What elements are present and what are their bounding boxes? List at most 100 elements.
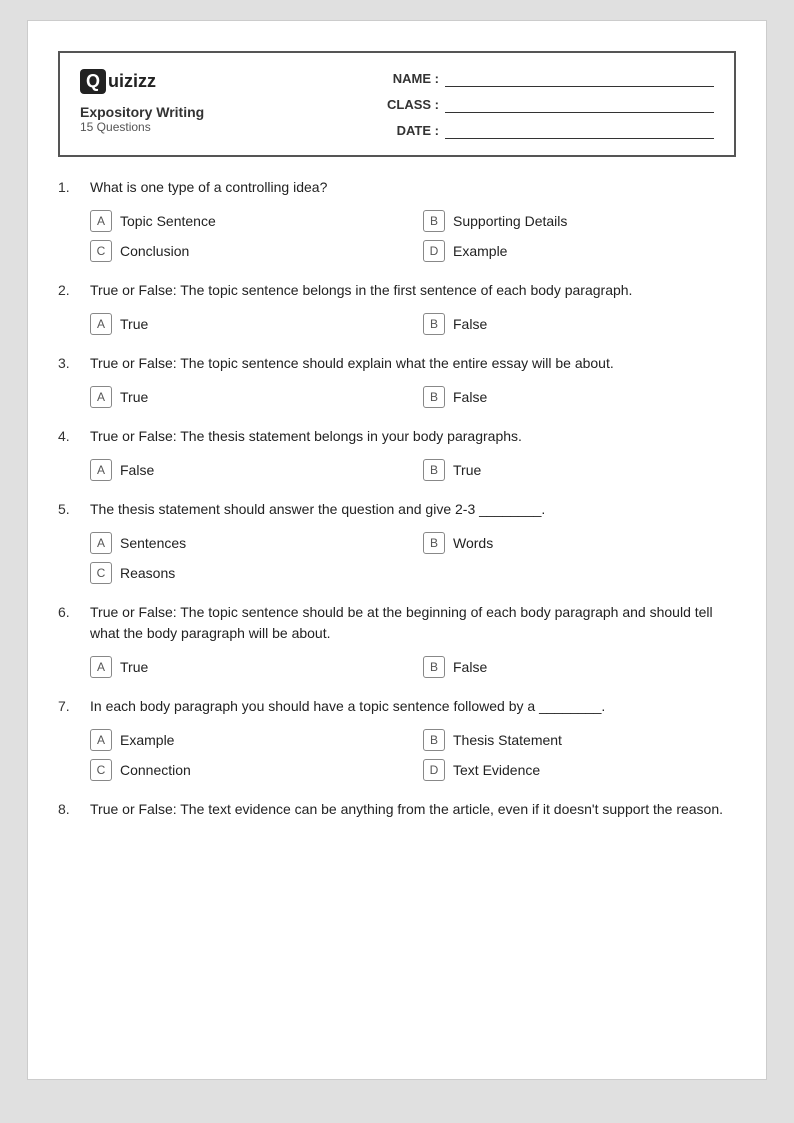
answer-letter-7-2: B (423, 729, 445, 751)
answer-item-3-1: A True (90, 386, 403, 408)
question-text-4: 4.True or False: The thesis statement be… (58, 426, 736, 447)
question-body-5: The thesis statement should answer the q… (90, 499, 736, 520)
answer-item-1-2: B Supporting Details (423, 210, 736, 232)
answer-letter-3-1: A (90, 386, 112, 408)
class-line (445, 95, 714, 113)
answer-text-4-2: True (453, 462, 481, 478)
name-label: NAME : (384, 71, 439, 86)
answer-item-4-1: A False (90, 459, 403, 481)
answer-letter-2-1: A (90, 313, 112, 335)
question-body-6: True or False: The topic sentence should… (90, 602, 736, 644)
question-3: 3.True or False: The topic sentence shou… (58, 353, 736, 408)
answer-letter-5-1: A (90, 532, 112, 554)
question-num-6: 6. (58, 602, 80, 623)
answer-text-2-1: True (120, 316, 148, 332)
answers-grid-2: A True B False (90, 313, 736, 335)
question-text-2: 2. True or False: The topic sentence belo… (58, 280, 736, 301)
question-body-7: In each body paragraph you should have a… (90, 696, 736, 717)
answer-text-1-3: Conclusion (120, 243, 189, 259)
answers-grid-4: A False B True (90, 459, 736, 481)
worksheet-title: Expository Writing (80, 104, 204, 120)
answer-letter-5-2: B (423, 532, 445, 554)
question-text-7: 7. In each body paragraph you should have… (58, 696, 736, 717)
question-1: 1. What is one type of a controlling idea… (58, 177, 736, 262)
name-field-row: NAME : (384, 69, 714, 87)
answer-text-4-1: False (120, 462, 154, 478)
answer-item-2-1: A True (90, 313, 403, 335)
answer-text-5-2: Words (453, 535, 493, 551)
answer-letter-4-1: A (90, 459, 112, 481)
answer-letter-1-2: B (423, 210, 445, 232)
logo-area: Q uizizz Expository Writing 15 Questions (80, 69, 204, 134)
answers-grid-1: A Topic Sentence B Supporting Details C Concl… (90, 210, 736, 262)
answer-text-1-1: Topic Sentence (120, 213, 216, 229)
answer-text-7-3: Connection (120, 762, 191, 778)
answer-letter-2-2: B (423, 313, 445, 335)
answer-item-5-1: A Sentences (90, 532, 403, 554)
question-7: 7. In each body paragraph you should have… (58, 696, 736, 781)
answers-grid-5: A Sentences B Words C Reasons (90, 532, 736, 584)
answer-text-6-1: True (120, 659, 148, 675)
question-num-8: 8. (58, 799, 80, 820)
answers-grid-6: A True B False (90, 656, 736, 678)
answer-text-5-3: Reasons (120, 565, 175, 581)
answer-letter-3-2: B (423, 386, 445, 408)
answer-letter-5-3: C (90, 562, 112, 584)
answer-item-5-2: B Words (423, 532, 736, 554)
answer-item-7-4: DText Evidence (423, 759, 736, 781)
answer-item-3-2: B False (423, 386, 736, 408)
answer-letter-4-2: B (423, 459, 445, 481)
answer-item-7-2: B Thesis Statement (423, 729, 736, 751)
answer-item-6-1: A True (90, 656, 403, 678)
date-field-row: DATE : (384, 121, 714, 139)
answer-item-7-3: C Connection (90, 759, 403, 781)
worksheet-subtitle: 15 Questions (80, 120, 204, 134)
question-text-8: 8. True or False: The text evidence can b… (58, 799, 736, 820)
questions-section: 1. What is one type of a controlling idea… (28, 177, 766, 820)
question-body-8: True or False: The text evidence can be … (90, 799, 736, 820)
question-4: 4.True or False: The thesis statement be… (58, 426, 736, 481)
answer-text-3-1: True (120, 389, 148, 405)
answer-item-1-1: A Topic Sentence (90, 210, 403, 232)
answer-letter-1-1: A (90, 210, 112, 232)
question-body-1: What is one type of a controlling idea? (90, 177, 736, 198)
answer-text-7-4: Text Evidence (453, 762, 540, 778)
question-2: 2. True or False: The topic sentence belo… (58, 280, 736, 335)
answer-letter-6-1: A (90, 656, 112, 678)
class-label: CLASS : (384, 97, 439, 112)
header: Q uizizz Expository Writing 15 Questions… (58, 51, 736, 157)
answer-item-5-3: C Reasons (90, 562, 403, 584)
answer-item-2-2: B False (423, 313, 736, 335)
date-line (445, 121, 714, 139)
answer-text-7-1: Example (120, 732, 174, 748)
answer-item-4-2: B True (423, 459, 736, 481)
answer-letter-1-3: C (90, 240, 112, 262)
question-text-6: 6. True or False: The topic sentence shou… (58, 602, 736, 644)
answer-item-6-2: B False (423, 656, 736, 678)
answer-item-1-3: C Conclusion (90, 240, 403, 262)
question-num-2: 2. (58, 280, 80, 301)
answer-text-1-2: Supporting Details (453, 213, 567, 229)
question-text-3: 3.True or False: The topic sentence shou… (58, 353, 736, 374)
question-num-7: 7. (58, 696, 80, 717)
name-fields: NAME : CLASS : DATE : (384, 69, 714, 139)
answer-text-3-2: False (453, 389, 487, 405)
answer-item-7-1: A Example (90, 729, 403, 751)
answer-letter-7-1: A (90, 729, 112, 751)
question-num-5: 5. (58, 499, 80, 520)
answer-text-7-2: Thesis Statement (453, 732, 562, 748)
name-line (445, 69, 714, 87)
question-6: 6. True or False: The topic sentence shou… (58, 602, 736, 678)
answer-letter-7-3: C (90, 759, 112, 781)
logo-rest: uizizz (108, 71, 156, 92)
question-body-2: True or False: The topic sentence belong… (90, 280, 736, 301)
class-field-row: CLASS : (384, 95, 714, 113)
answer-text-6-2: False (453, 659, 487, 675)
question-num-4: 4. (58, 426, 80, 447)
answer-letter-1-4: D (423, 240, 445, 262)
answer-text-5-1: Sentences (120, 535, 186, 551)
logo-q: Q (80, 69, 106, 94)
answer-text-2-2: False (453, 316, 487, 332)
question-num-1: 1. (58, 177, 80, 198)
answer-letter-6-2: B (423, 656, 445, 678)
